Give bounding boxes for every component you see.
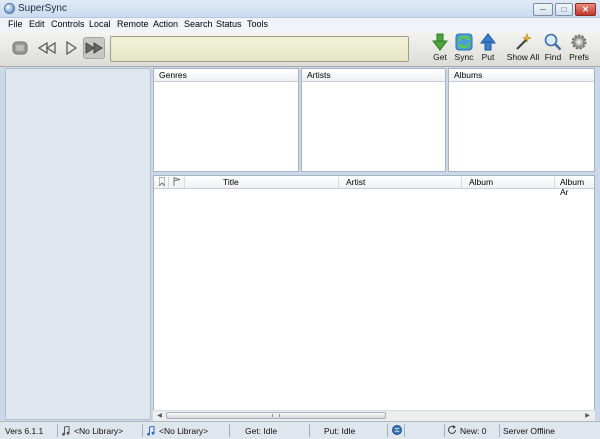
get-status: Get: Idle — [245, 426, 278, 436]
flag-column-icon[interactable] — [173, 177, 181, 188]
status-divider — [444, 424, 445, 437]
close-button[interactable]: ✕ — [575, 3, 596, 16]
get-button[interactable]: Get — [430, 33, 450, 62]
menu-action[interactable]: Action — [153, 19, 178, 29]
play-icon — [66, 41, 77, 55]
column-divider — [554, 177, 555, 188]
menu-local[interactable]: Local — [89, 19, 111, 29]
maximize-button[interactable]: □ — [555, 3, 573, 16]
status-divider — [309, 424, 310, 437]
network-icon — [392, 425, 402, 437]
get-label: Get — [433, 52, 447, 62]
menu-bar: File Edit Controls Local Remote Action S… — [0, 18, 600, 31]
sync-label: Sync — [454, 52, 474, 62]
menu-file[interactable]: File — [8, 19, 23, 29]
status-divider — [142, 424, 143, 437]
fast-forward-icon — [85, 42, 103, 54]
rewind-button[interactable] — [36, 37, 58, 59]
column-divider — [338, 177, 339, 188]
prefs-button[interactable]: Prefs — [567, 33, 591, 62]
server-status: Server Offline — [503, 426, 555, 436]
play-button[interactable] — [60, 37, 82, 59]
status-divider — [499, 424, 500, 437]
column-title[interactable]: Title — [223, 177, 239, 187]
column-album[interactable]: Album — [469, 177, 493, 187]
upload-arrow-icon — [480, 33, 496, 51]
volume-button[interactable] — [9, 37, 31, 59]
status-divider — [229, 424, 230, 437]
horizontal-scrollbar[interactable]: ◀ ▶ — [153, 410, 595, 421]
find-label: Find — [544, 52, 562, 62]
track-table-header: Title Artist Album Album Ar — [154, 176, 594, 197]
menu-controls[interactable]: Controls — [51, 19, 85, 29]
status-bar: Vers 6.1.1 <No Library> <No Library> Get… — [0, 421, 600, 439]
column-divider — [168, 177, 169, 188]
remote-library-status[interactable]: <No Library> — [159, 426, 208, 436]
column-divider — [184, 177, 185, 188]
genres-header: Genres — [154, 69, 298, 82]
toolbar: Get Sync Put Show All Find Prefs — [0, 31, 600, 67]
rewind-icon — [38, 42, 56, 54]
albums-header: Albums — [449, 69, 594, 82]
sync-button[interactable]: Sync — [453, 33, 475, 62]
app-icon — [4, 3, 15, 14]
download-arrow-icon — [432, 33, 448, 51]
scrollbar-grip — [272, 414, 280, 417]
put-status: Put: Idle — [324, 426, 356, 436]
gear-icon — [571, 34, 587, 50]
local-library-icon — [62, 425, 70, 438]
volume-icon — [12, 41, 28, 55]
track-table[interactable]: Title Artist Album Album Ar — [153, 175, 595, 421]
menu-edit[interactable]: Edit — [29, 19, 45, 29]
albums-pane[interactable]: Albums — [448, 68, 595, 172]
put-label: Put — [481, 52, 495, 62]
fast-forward-button[interactable] — [83, 37, 105, 59]
show-all-label: Show All — [506, 52, 540, 62]
magic-wand-icon — [516, 33, 532, 50]
bookmark-column-icon[interactable] — [158, 176, 166, 188]
genres-pane[interactable]: Genres — [153, 68, 299, 172]
menu-search[interactable]: Search — [184, 19, 213, 29]
status-divider — [387, 424, 388, 437]
menu-tools[interactable]: Tools — [247, 19, 268, 29]
status-divider — [57, 424, 58, 437]
artists-header: Artists — [302, 69, 445, 82]
source-list-pane[interactable] — [5, 68, 151, 420]
local-library-status[interactable]: <No Library> — [74, 426, 123, 436]
column-album-artist[interactable]: Album Ar — [560, 177, 594, 197]
status-display — [110, 36, 409, 62]
scrollbar-thumb[interactable] — [166, 412, 386, 419]
menu-remote[interactable]: Remote — [117, 19, 149, 29]
scroll-right-icon[interactable]: ▶ — [583, 412, 592, 420]
prefs-label: Prefs — [569, 52, 589, 62]
sync-icon — [455, 33, 473, 51]
menu-status[interactable]: Status — [216, 19, 242, 29]
remote-library-icon — [147, 425, 155, 438]
artists-pane[interactable]: Artists — [301, 68, 446, 172]
column-divider — [461, 177, 462, 188]
version-text: Vers 6.1.1 — [5, 426, 44, 436]
new-count-status: New: 0 — [460, 426, 487, 436]
refresh-icon — [447, 425, 457, 437]
column-artist[interactable]: Artist — [346, 177, 365, 187]
title-bar: SuperSync ─ □ ✕ — [0, 0, 600, 18]
minimize-button[interactable]: ─ — [533, 3, 553, 16]
status-divider — [404, 424, 405, 437]
magnifier-icon — [544, 33, 562, 51]
show-all-button[interactable]: Show All — [506, 33, 540, 62]
scroll-left-icon[interactable]: ◀ — [155, 412, 164, 420]
find-button[interactable]: Find — [543, 33, 563, 62]
window-title: SuperSync — [18, 3, 67, 14]
put-button[interactable]: Put — [479, 33, 497, 62]
